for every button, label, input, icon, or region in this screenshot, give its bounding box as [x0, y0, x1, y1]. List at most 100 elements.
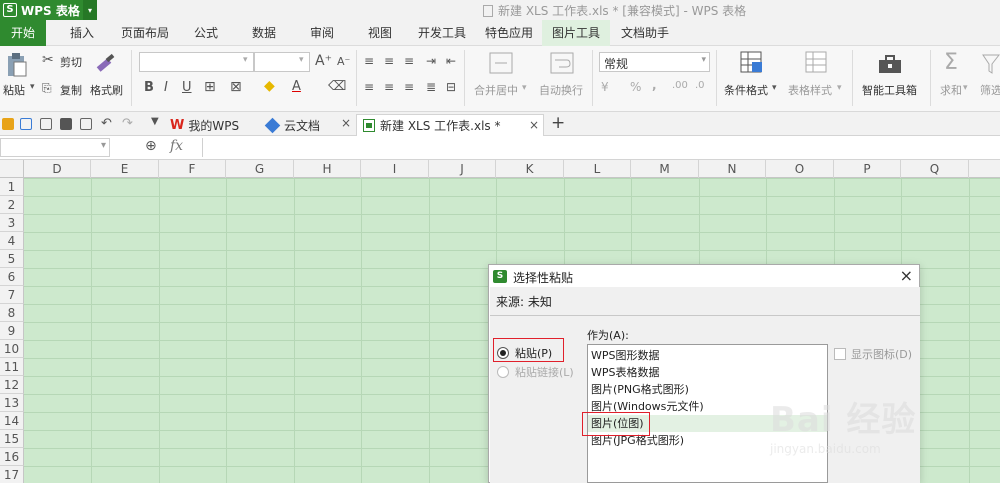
copy-icon[interactable]: ⎘: [42, 81, 52, 96]
my-wps-tab[interactable]: W 我的WPS: [170, 114, 239, 136]
column-header[interactable]: N: [699, 160, 766, 178]
increase-decimal-icon[interactable]: .00: [672, 80, 688, 91]
column-header[interactable]: J: [429, 160, 496, 178]
tab-formulas[interactable]: 公式: [186, 20, 226, 46]
font-family-select[interactable]: [139, 52, 254, 72]
quick-access-dropdown-icon[interactable]: ▼: [151, 116, 159, 127]
save-icon[interactable]: [20, 118, 32, 130]
percent-button[interactable]: %: [630, 80, 641, 94]
align-right-icon[interactable]: ≡: [404, 80, 414, 94]
sum-icon[interactable]: Σ: [944, 50, 958, 75]
redo-icon[interactable]: ↷: [122, 116, 133, 131]
chevron-down-icon[interactable]: ▾: [772, 83, 777, 93]
chevron-down-icon[interactable]: ▾: [837, 83, 842, 93]
comma-button[interactable]: ,: [652, 78, 657, 92]
active-document-tab[interactable]: 新建 XLS 工作表.xls * ×: [356, 114, 544, 136]
align-center-icon[interactable]: ≡: [384, 80, 394, 94]
dialog-title-bar[interactable]: S 选择性粘贴 ×: [489, 265, 919, 287]
bold-button[interactable]: B: [144, 80, 154, 95]
auto-wrap-button[interactable]: 自动换行: [539, 82, 583, 98]
name-box[interactable]: [0, 138, 110, 157]
print-preview-icon[interactable]: [80, 118, 92, 130]
column-header[interactable]: M: [631, 160, 699, 178]
chevron-down-icon[interactable]: ▾: [701, 55, 706, 65]
clear-format-icon[interactable]: ⌫: [328, 79, 346, 94]
row-header[interactable]: 3: [0, 214, 24, 232]
smart-toolbox-button[interactable]: 智能工具箱: [862, 82, 917, 98]
align-top-icon[interactable]: ≡: [364, 54, 374, 68]
tab-doc-assistant[interactable]: 文档助手: [616, 20, 674, 46]
column-header[interactable]: P: [834, 160, 901, 178]
select-all-corner[interactable]: [0, 160, 24, 178]
font-color-icon[interactable]: A: [292, 79, 301, 94]
open-folder-icon[interactable]: [2, 118, 14, 130]
toolbox-icon[interactable]: [878, 54, 902, 74]
new-tab-icon[interactable]: +: [551, 113, 565, 133]
column-header[interactable]: G: [226, 160, 294, 178]
row-header[interactable]: 8: [0, 304, 24, 322]
table-style-icon[interactable]: [805, 51, 829, 75]
auto-wrap-icon[interactable]: [550, 52, 574, 74]
row-header[interactable]: 1: [0, 178, 24, 196]
justify-icon[interactable]: ≣: [426, 80, 436, 94]
row-header[interactable]: 5: [0, 250, 24, 268]
outdent-icon[interactable]: ⇤: [446, 54, 456, 68]
cell-style-icon[interactable]: ⊠: [230, 79, 242, 95]
cloud-docs-tab[interactable]: 云文档: [264, 114, 320, 136]
column-header[interactable]: D: [24, 160, 91, 178]
cut-button[interactable]: 剪切: [60, 54, 82, 70]
column-header[interactable]: Q: [901, 160, 969, 178]
row-header[interactable]: 15: [0, 430, 24, 448]
underline-button[interactable]: U: [182, 80, 192, 95]
paste-icon[interactable]: [6, 52, 28, 78]
formula-input[interactable]: [202, 138, 1000, 157]
tab-view[interactable]: 视图: [360, 20, 400, 46]
decrease-decimal-icon[interactable]: .0: [695, 80, 705, 91]
tab-data[interactable]: 数据: [244, 20, 284, 46]
show-icon-checkbox[interactable]: 显示图标(D): [834, 346, 912, 362]
insert-function-button[interactable]: fx: [170, 138, 183, 154]
row-header[interactable]: 9: [0, 322, 24, 340]
format-painter-icon[interactable]: [94, 52, 118, 76]
column-header[interactable]: H: [294, 160, 361, 178]
row-header[interactable]: 7: [0, 286, 24, 304]
number-format-select[interactable]: 常规 ▾: [599, 52, 710, 72]
row-header[interactable]: 4: [0, 232, 24, 250]
chevron-down-icon[interactable]: ▾: [83, 0, 97, 20]
paste-link-radio[interactable]: 粘贴链接(L): [497, 364, 574, 380]
undo-icon[interactable]: ↶: [101, 116, 112, 131]
row-header[interactable]: 16: [0, 448, 24, 466]
row-header[interactable]: 14: [0, 412, 24, 430]
tab-picture-tools[interactable]: 图片工具: [542, 20, 610, 46]
filter-button[interactable]: 筛选: [980, 82, 1000, 98]
paste-dropdown-icon[interactable]: ▾: [30, 82, 35, 92]
format-painter-button[interactable]: 格式刷: [90, 82, 123, 98]
tab-review[interactable]: 审阅: [302, 20, 342, 46]
tab-home[interactable]: 开始: [0, 20, 46, 46]
align-left-icon[interactable]: ≡: [364, 80, 374, 94]
chevron-down-icon[interactable]: ▾: [963, 83, 968, 93]
decrease-font-icon[interactable]: A⁻: [337, 55, 350, 68]
copy-button[interactable]: 复制: [60, 82, 82, 98]
column-header[interactable]: E: [91, 160, 159, 178]
tab-features[interactable]: 特色应用: [478, 20, 540, 46]
row-header[interactable]: 6: [0, 268, 24, 286]
chevron-down-icon[interactable]: ▾: [299, 55, 304, 65]
align-middle-icon[interactable]: ≡: [384, 54, 394, 68]
italic-button[interactable]: I: [164, 80, 168, 95]
sum-button[interactable]: 求和: [940, 82, 962, 98]
align-bottom-icon[interactable]: ≡: [404, 54, 414, 68]
conditional-format-button[interactable]: 条件格式: [724, 82, 768, 98]
filter-icon[interactable]: [982, 54, 1000, 74]
chevron-down-icon[interactable]: ▾: [522, 83, 527, 93]
column-header[interactable]: K: [496, 160, 564, 178]
indent-icon[interactable]: ⇥: [426, 54, 436, 68]
tab-page-layout[interactable]: 页面布局: [115, 20, 175, 46]
row-header[interactable]: 10: [0, 340, 24, 358]
scissors-icon[interactable]: ✂: [42, 52, 54, 68]
column-header[interactable]: F: [159, 160, 226, 178]
row-header[interactable]: 2: [0, 196, 24, 214]
paste-button[interactable]: 粘贴: [3, 82, 25, 98]
close-icon[interactable]: ×: [900, 266, 913, 285]
fill-color-icon[interactable]: ◆: [264, 78, 275, 94]
